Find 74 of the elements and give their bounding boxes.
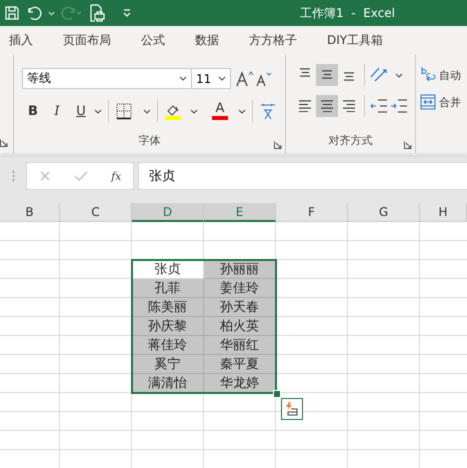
fill-handle[interactable] <box>273 390 281 398</box>
table-cell: 奚宁 <box>132 355 204 374</box>
font-color-button[interactable]: A <box>210 102 230 120</box>
align-middle-button[interactable] <box>316 64 338 86</box>
redo-icon <box>61 5 83 21</box>
phonetic-guide-icon[interactable] <box>259 101 277 121</box>
table-cell: 满清怡 <box>132 374 204 393</box>
decrease-indent-icon[interactable] <box>369 97 389 115</box>
table-cell: 柏火英 <box>204 317 276 336</box>
group-label: 对齐方式 <box>328 133 374 148</box>
quick-analysis-button[interactable] <box>281 398 303 420</box>
wrap-text-icon[interactable] <box>420 66 436 84</box>
customize-icon[interactable] <box>121 8 133 18</box>
table-cell: 华龙婷 <box>204 374 276 393</box>
bold-button[interactable]: B <box>22 100 44 122</box>
align-bottom-icon <box>344 72 354 82</box>
column-header[interactable]: G <box>348 203 420 222</box>
ribbon-tab[interactable]: 页面布局 <box>54 32 120 49</box>
table-cell: 华丽红 <box>204 336 276 355</box>
ribbon-tab[interactable]: 公式 <box>132 32 174 49</box>
column-header[interactable]: D <box>132 203 204 222</box>
align-center-icon <box>320 100 334 112</box>
merge-cells-icon[interactable] <box>420 94 436 110</box>
increase-indent-icon[interactable] <box>389 97 409 115</box>
column-header[interactable]: F <box>276 203 348 222</box>
undo-icon[interactable] <box>26 5 42 21</box>
underline-button[interactable]: U <box>70 100 92 122</box>
caret-icon[interactable] <box>190 108 198 114</box>
ribbon-tab[interactable]: 方方格子 <box>240 32 306 49</box>
print-preview-icon[interactable] <box>89 4 105 22</box>
dialog-launcher-icon[interactable] <box>0 139 8 147</box>
caret-icon[interactable] <box>238 108 246 114</box>
column-header[interactable]: H <box>420 203 467 222</box>
table-cell: 孙庆黎 <box>132 317 204 336</box>
column-header[interactable]: E <box>204 203 276 222</box>
table-cell: 孔菲 <box>132 279 204 298</box>
italic-button[interactable]: I <box>46 100 68 122</box>
table-cell: 孙丽丽 <box>204 260 276 279</box>
align-middle-icon <box>322 70 332 78</box>
table-cell: 蒋佳玲 <box>132 336 204 355</box>
table-cell: 秦平夏 <box>204 355 276 374</box>
shrink-font-icon[interactable] <box>256 70 274 88</box>
caret-icon[interactable] <box>395 72 403 78</box>
align-right-icon <box>342 100 356 112</box>
align-top-icon <box>300 68 310 77</box>
formula-field[interactable]: 张贞 <box>138 162 467 190</box>
ribbon-tab[interactable]: 数据 <box>186 32 228 49</box>
font-size-field[interactable]: 11 <box>192 68 231 89</box>
caret-icon[interactable] <box>94 108 102 114</box>
align-center-button[interactable] <box>316 95 338 117</box>
table-cell: 姜佳玲 <box>204 279 276 298</box>
dialog-launcher-icon[interactable] <box>274 141 282 149</box>
wrap-text-label[interactable]: 自动 <box>439 68 461 82</box>
save-icon[interactable] <box>4 5 20 21</box>
window-title: 工作簿1 - Excel <box>300 5 396 22</box>
insert-function-button[interactable]: fx <box>111 170 122 182</box>
align-left-icon <box>298 100 312 112</box>
checkmark-icon[interactable] <box>74 170 88 182</box>
lightning-icon <box>284 401 300 417</box>
font-name-field[interactable]: 等线 <box>22 68 192 89</box>
caret-icon[interactable] <box>143 108 151 114</box>
table-cell: 孙天春 <box>204 298 276 317</box>
borders-icon[interactable] <box>115 102 133 120</box>
grip-icon <box>12 170 14 182</box>
merge-label[interactable]: 合并 <box>439 94 461 110</box>
grow-font-icon[interactable] <box>236 70 256 88</box>
caret-icon[interactable] <box>179 76 187 81</box>
dialog-launcher-icon[interactable] <box>404 141 412 149</box>
caret-icon[interactable] <box>218 76 226 81</box>
ribbon-tab[interactable]: DIY工具箱 <box>318 32 392 49</box>
ribbon-tab[interactable]: 插入 <box>0 32 42 49</box>
table-cell: 陈美丽 <box>132 298 204 317</box>
column-header[interactable]: B <box>0 203 60 222</box>
group-label: 字体 <box>138 133 162 148</box>
